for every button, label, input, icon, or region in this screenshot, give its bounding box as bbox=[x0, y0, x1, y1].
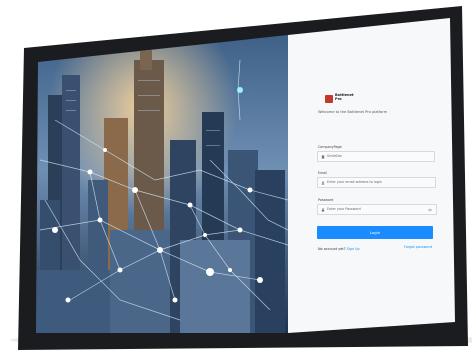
tablet-frame bbox=[10, 6, 472, 350]
no-account-label: No account yet? bbox=[318, 247, 346, 251]
company-label: CompanyPage bbox=[318, 145, 342, 149]
tablet-mockup: Bottlenet Pro Welcome to the Bottlenet P… bbox=[0, 0, 472, 350]
login-button[interactable]: Login bbox=[317, 226, 433, 239]
password-field[interactable]: Enter your Password bbox=[317, 204, 437, 215]
brand-logo: Bottlenet Pro bbox=[325, 93, 367, 105]
company-select[interactable]: SinVeDar bbox=[317, 151, 435, 162]
login-panel-background bbox=[288, 18, 455, 333]
forgot-password-link[interactable]: Forgot password bbox=[404, 245, 432, 249]
welcome-text: Welcome to the Bottlenet Pro platform bbox=[318, 110, 388, 114]
company-value: SinVeDar bbox=[327, 154, 343, 158]
email-field[interactable]: Enter your email address to login bbox=[317, 177, 436, 188]
no-account-text: No account yet? Sign Up bbox=[318, 247, 360, 251]
email-placeholder: Enter your email address to login bbox=[327, 180, 382, 184]
building-icon bbox=[321, 155, 325, 159]
password-label: Password bbox=[318, 198, 334, 202]
lock-icon bbox=[321, 208, 325, 212]
person-icon bbox=[321, 181, 325, 185]
password-placeholder: Enter your Password bbox=[327, 207, 361, 211]
city-network-image bbox=[36, 35, 288, 333]
brand-logo-mark bbox=[325, 95, 333, 103]
brand-name: Bottlenet Pro bbox=[335, 93, 354, 101]
eye-icon[interactable] bbox=[428, 208, 432, 212]
signup-link[interactable]: Sign Up bbox=[347, 247, 360, 251]
email-label: Email bbox=[318, 171, 328, 175]
